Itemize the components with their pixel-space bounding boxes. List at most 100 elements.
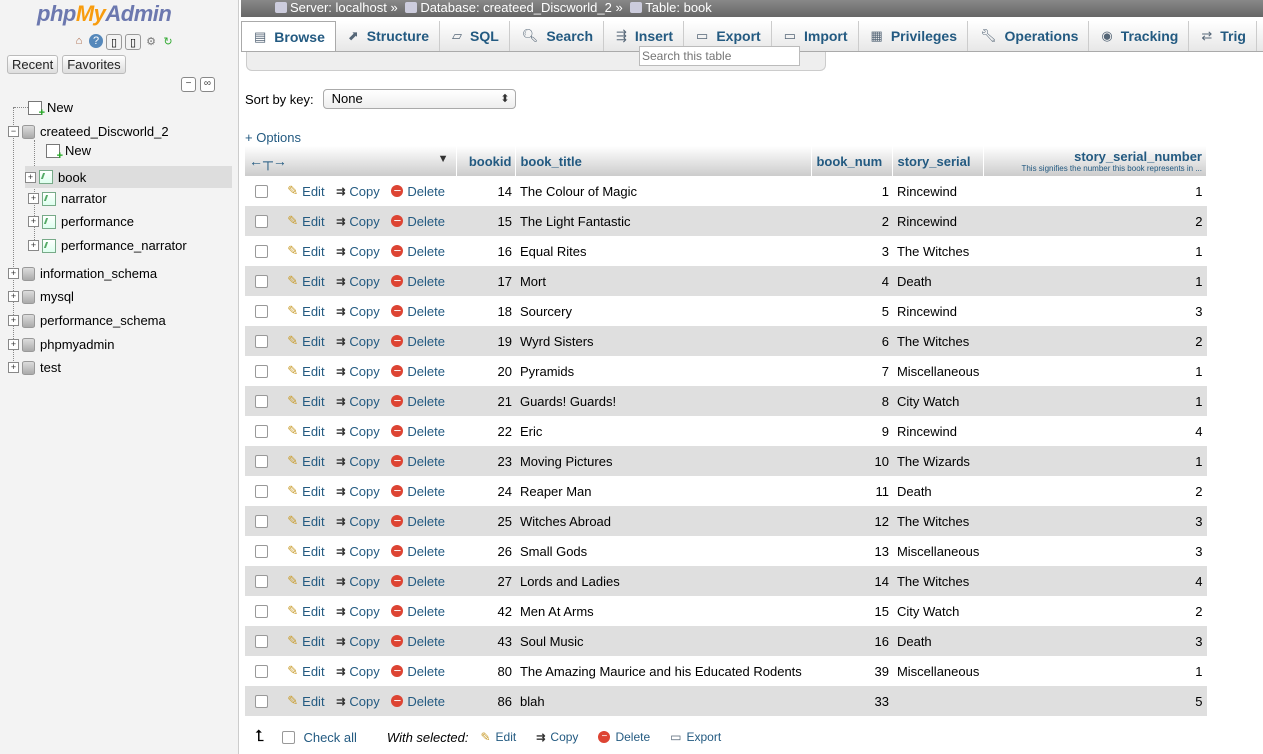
expand-icon[interactable]: + [8,362,19,373]
copy-link[interactable]: ⇉ Copy [336,484,380,499]
row-checkbox[interactable] [255,215,268,229]
cell-story-serial[interactable]: Rincewind [892,206,984,236]
tree-item-table-performance-narrator[interactable]: + performance_narrator [28,238,187,253]
row-checkbox[interactable] [255,245,268,259]
copy-link[interactable]: ⇉ Copy [336,184,380,199]
tree-item-db-test[interactable]: + test [8,360,61,375]
row-checkbox[interactable] [255,185,268,199]
copy-link[interactable]: ⇉ Copy [336,214,380,229]
cell-bookid[interactable]: 21 [456,386,516,416]
cell-story-serial[interactable]: City Watch [892,596,984,626]
cell-story-serial[interactable]: The Wizards [892,446,984,476]
cell-bookid[interactable]: 16 [456,236,516,266]
cell-book-num[interactable]: 1 [811,176,893,206]
cell-book-num[interactable]: 9 [811,416,893,446]
sort-key-select[interactable]: None [322,89,516,109]
cell-story-serial[interactable]: Rincewind [892,296,984,326]
cell-story-serial-number[interactable]: 1 [983,176,1207,206]
delete-link[interactable]: − Delete [391,244,445,259]
cell-book-num[interactable]: 6 [811,326,893,356]
expand-icon[interactable]: + [28,216,39,227]
sql-docs-icon[interactable]: ▯ [125,34,141,50]
edit-link[interactable]: ✎ Edit [287,663,324,679]
copy-link[interactable]: ⇉ Copy [336,364,380,379]
copy-link[interactable]: ⇉ Copy [336,664,380,679]
cell-story-serial[interactable]: City Watch [892,386,984,416]
column-header-story-serial-number[interactable]: story_serial_number This signifies the n… [983,146,1207,176]
tab-tracking[interactable]: ◉ Tracking [1089,21,1190,51]
edit-link[interactable]: ✎ Edit [287,453,324,469]
copy-link[interactable]: ⇉ Copy [336,424,380,439]
cell-story-serial-number[interactable]: 3 [983,296,1207,326]
cell-story-serial-number[interactable]: 5 [983,686,1207,716]
cell-story-serial-number[interactable]: 2 [983,326,1207,356]
cell-bookid[interactable]: 23 [456,446,516,476]
options-link[interactable]: + Options [245,130,301,145]
delete-link[interactable]: − Delete [391,454,445,469]
cell-story-serial[interactable]: Miscellaneous [892,356,984,386]
help-icon[interactable]: ? [89,34,103,48]
cell-bookid[interactable]: 86 [456,686,516,716]
copy-link[interactable]: ⇉ Copy [336,544,380,559]
tab-sql[interactable]: ▱ SQL [440,21,510,51]
cell-book-num[interactable]: 13 [811,536,893,566]
bulk-export-button[interactable]: ▭ Export [670,730,721,744]
chevron-down-icon[interactable]: ▼ [438,153,449,165]
tree-item-table-narrator[interactable]: + narrator [28,191,107,206]
cell-story-serial[interactable] [892,686,984,716]
edit-link[interactable]: ✎ Edit [287,243,324,259]
tree-item-db-mysql[interactable]: + mysql [8,289,74,304]
breadcrumb-table[interactable]: Table: book [645,0,712,15]
edit-link[interactable]: ✎ Edit [287,573,324,589]
cell-story-serial[interactable]: The Witches [892,506,984,536]
cell-story-serial[interactable]: Rincewind [892,416,984,446]
tree-item-new[interactable]: New [14,100,73,119]
cell-bookid[interactable]: 25 [456,506,516,536]
tab-triggers[interactable]: ⇄ Trig [1189,21,1257,51]
expand-icon[interactable]: + [8,291,19,302]
cell-story-serial[interactable]: The Witches [892,236,984,266]
reload-icon[interactable]: ↻ [161,34,175,48]
delete-link[interactable]: − Delete [391,304,445,319]
cell-book-num[interactable]: 2 [811,206,893,236]
cell-book-title[interactable]: Wyrd Sisters [515,326,812,356]
cell-book-num[interactable]: 16 [811,626,893,656]
cell-story-serial-number[interactable]: 4 [983,566,1207,596]
home-icon[interactable]: ⌂ [72,34,86,48]
delete-link[interactable]: − Delete [391,604,445,619]
cell-book-title[interactable]: Sourcery [515,296,812,326]
tab-structure[interactable]: ⬈ Structure [336,21,441,51]
cell-bookid[interactable]: 80 [456,656,516,686]
row-checkbox[interactable] [255,545,268,559]
cell-bookid[interactable]: 26 [456,536,516,566]
tree-item-new-table[interactable]: New [46,143,91,162]
row-checkbox[interactable] [255,635,268,649]
cell-story-serial[interactable]: Miscellaneous [892,536,984,566]
cell-book-num[interactable]: 8 [811,386,893,416]
check-all-label[interactable]: Check all [303,730,356,745]
delete-link[interactable]: − Delete [391,664,445,679]
cell-story-serial[interactable]: Rincewind [892,176,984,206]
copy-link[interactable]: ⇉ Copy [336,574,380,589]
tab-privileges[interactable]: ▦ Privileges [859,21,968,51]
tree-item-db-phpmyadmin[interactable]: + phpmyadmin [8,337,114,352]
delete-link[interactable]: − Delete [391,544,445,559]
copy-link[interactable]: ⇉ Copy [336,244,380,259]
edit-link[interactable]: ✎ Edit [287,393,324,409]
cell-story-serial[interactable]: Miscellaneous [892,656,984,686]
cell-bookid[interactable]: 27 [456,566,516,596]
cell-story-serial-number[interactable]: 2 [983,476,1207,506]
copy-link[interactable]: ⇉ Copy [336,694,380,709]
cell-book-num[interactable]: 5 [811,296,893,326]
row-checkbox[interactable] [255,695,268,709]
cell-story-serial-number[interactable]: 3 [983,626,1207,656]
edit-link[interactable]: ✎ Edit [287,483,324,499]
search-this-table-input[interactable] [639,46,800,66]
row-checkbox[interactable] [255,575,268,589]
tree-item-table-book[interactable]: + book [25,166,232,188]
copy-link[interactable]: ⇉ Copy [336,454,380,469]
edit-link[interactable]: ✎ Edit [287,543,324,559]
cell-bookid[interactable]: 42 [456,596,516,626]
cell-book-title[interactable]: Guards! Guards! [515,386,812,416]
tab-browse[interactable]: ▤ Browse [241,21,336,51]
